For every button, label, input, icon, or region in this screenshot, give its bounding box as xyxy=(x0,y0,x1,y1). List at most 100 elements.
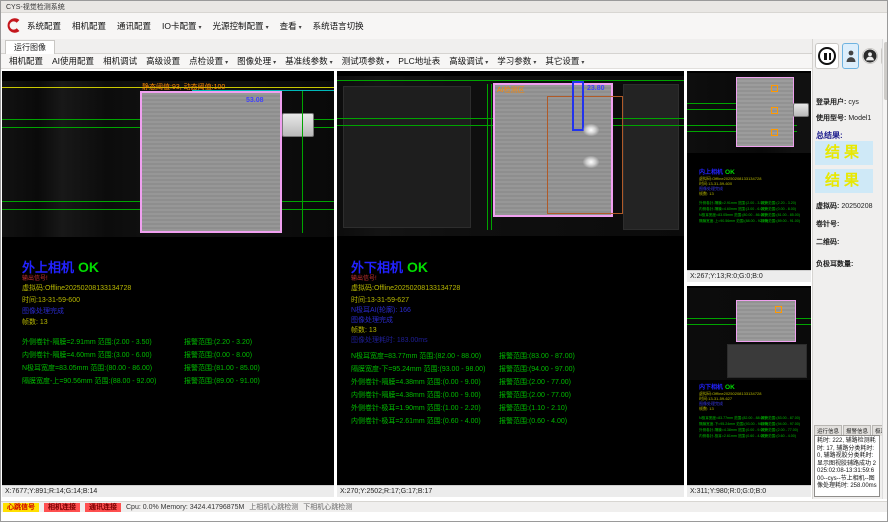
app-window: CYS-视觉检测系统 系统配置相机配置通讯配置IO卡配置▾光源控制配置▾查看▾系… xyxy=(0,0,888,522)
detect-box xyxy=(775,306,782,313)
menu-item[interactable]: 系统语言切换 xyxy=(313,20,364,32)
menu-item[interactable]: 通讯配置 xyxy=(117,20,151,32)
alarm-range-text: 报警范围:(81.00 - 85.00) xyxy=(761,213,800,218)
measurement-text: 内侧卷针-隔膜=4.38mm 范围:(0.00 - 9.00) xyxy=(351,392,481,399)
menu-item[interactable]: 系统配置 xyxy=(27,20,61,32)
status-bar: 心跳信号 相机连接 通讯连接 Cpu: 0.0% Memory: 3424.41… xyxy=(1,501,887,512)
chevron-down-icon: ▾ xyxy=(386,60,389,66)
pixel-coords-thumb-bottom: X:311;Y:980;R:0;G:0;B:0 xyxy=(687,485,811,497)
menu-items: 系统配置相机配置通讯配置 IO卡配置▾ 光源控制配置▾ 查看▾ 系统语言切换 xyxy=(27,20,364,32)
signal-note: 输出信号! xyxy=(351,273,377,282)
camera-image-thumb-top[interactable] xyxy=(687,73,811,153)
measure-line xyxy=(302,91,303,233)
time-line: 时间:13-31-59-627 xyxy=(351,295,409,305)
measurement-text: 内侧卷针-隔膜=4.60mm 范围:(3.00 - 6.00) xyxy=(22,352,152,359)
baseline-green-line xyxy=(337,80,684,81)
camera-result-title: 内下相机OK xyxy=(699,382,735,391)
toolbar-item[interactable]: 相机配置 xyxy=(9,55,43,67)
measurement-text: 隔膜宽度-下=95.24mm 范围:(93.00 - 98.00) xyxy=(699,422,768,426)
toolbar-item[interactable]: 学习参数▾ xyxy=(497,55,536,67)
scrollbar-thumb[interactable] xyxy=(884,42,888,100)
ai-count-line: N极耳AI(轮廓): 166 xyxy=(351,305,411,315)
toolbar-item[interactable]: 高级调试▾ xyxy=(449,55,488,67)
roi-box xyxy=(547,96,623,214)
alarm-range-text: 报警范围:(83.00 - 87.00) xyxy=(499,351,575,361)
measurement-text: 隔膜宽度-上=90.56mm 范围:(88.00 - 92.00) xyxy=(22,378,156,385)
toolbar-item[interactable]: 图像处理▾ xyxy=(237,55,276,67)
meta-line: 帧数: 13 xyxy=(699,191,761,196)
camera-panel-middle: AI检测区 23.80 外下相机OK 输出信号! 虚拟码:Offline2025… xyxy=(337,71,684,497)
measurement-list: N极耳宽度=83.77mm 范围:(82.00 - 88.00)报警范围:(83… xyxy=(699,416,807,440)
camera-panel-thumb-bottom: 内下相机OK 虚拟码:Offline20250208133134728时间:13… xyxy=(687,286,811,497)
ai-region-label: AI检测区 xyxy=(497,85,525,95)
threshold-overlay-label: 静态阈值:93, 动态阈值:100 xyxy=(142,82,225,92)
toolbar-item[interactable]: 相机调试 xyxy=(103,55,137,67)
pause-button[interactable] xyxy=(815,43,839,69)
alarm-range-text: 报警范围:(0.60 - 4.00) xyxy=(499,416,567,426)
tab-run-image[interactable]: 运行图像 xyxy=(5,40,55,54)
measurement-text: 外侧卷针-极耳=1.90mm 范围:(1.00 - 2.20) xyxy=(351,405,481,412)
tab-connector xyxy=(282,113,314,137)
measurement-row: N极耳宽度=83.77mm 范围:(82.00 - 88.00) 报警范围:(83… xyxy=(351,351,676,364)
chevron-down-icon: ▾ xyxy=(581,60,584,66)
frame-line: 帧数: 13 xyxy=(351,325,377,335)
alarm-range-text: 报警范围:(2.00 - 77.00) xyxy=(499,377,571,387)
operator-icon xyxy=(863,49,877,63)
measurement-text: N极耳宽度=83.77mm 范围:(82.00 - 88.00) xyxy=(351,353,481,360)
qrcode-row: 二维码: xyxy=(816,237,839,247)
camera-result-title: 内上相机OK xyxy=(699,167,735,176)
measurement-row: 内侧卷针-极耳=2.61mm 范围:(0.60 - 4.00)报警范围:(0.6… xyxy=(699,434,807,440)
chevron-down-icon: ▾ xyxy=(485,60,488,66)
toolbar-item[interactable]: AI使用配置 xyxy=(52,55,94,67)
app-logo-icon xyxy=(5,17,22,34)
camera-image-middle[interactable]: AI检测区 23.80 xyxy=(337,76,684,236)
signal-note: 输出信号! xyxy=(22,273,48,282)
measurement-list: 外侧卷针-隔膜=2.91mm 范围:(2.00 - 3.50)报警范围:(2.2… xyxy=(699,201,807,225)
toolbar-item[interactable]: PLC地址表 xyxy=(398,55,440,67)
toolbar-item[interactable]: 高级设置 xyxy=(146,55,180,67)
toolbar-item[interactable]: 其它设置▾ xyxy=(545,55,584,67)
alarm-range-text: 报警范围:(1.10 - 2.10) xyxy=(499,403,567,413)
run-log-box[interactable]: 耗时: 222, 辅路检测耗时: 17, 辅路分类耗时: 0, 辅路视胶分类耗时… xyxy=(814,435,880,497)
sidebar-scrollbar[interactable] xyxy=(882,39,888,499)
menu-item[interactable]: IO卡配置▾ xyxy=(162,20,202,32)
camera-image-left[interactable]: 静态阈值:93, 动态阈值:100 53.08 xyxy=(2,81,334,237)
measurement-row: 隔膜宽度-下=95.24mm 范围:(93.00 - 98.00)报警范围:(9… xyxy=(351,364,676,377)
operator-button[interactable] xyxy=(862,48,878,64)
detect-box xyxy=(771,129,778,136)
user-button[interactable] xyxy=(842,43,859,69)
menu-item[interactable]: 查看▾ xyxy=(280,20,302,32)
toolbar-item[interactable]: 基准线参数▾ xyxy=(285,55,333,67)
alarm-range-text: 报警范围:(94.00 - 97.00) xyxy=(761,422,800,427)
machine-block xyxy=(343,86,471,228)
result-ok-badge: OK xyxy=(78,259,99,275)
alarm-range-text: 报警范围:(81.00 - 85.00) xyxy=(184,363,260,373)
user-icon xyxy=(845,48,857,64)
alarm-range-text: 报警范围:(0.00 - 8.00) xyxy=(761,207,796,212)
menu-item[interactable]: 光源控制配置▾ xyxy=(213,20,269,32)
pixel-coords-middle: X:270;Y:2502;R:17;G:17;B:17 xyxy=(337,485,684,497)
chevron-down-icon: ▾ xyxy=(266,25,269,31)
model-value: Model1 xyxy=(848,115,871,122)
measurement-text: N极耳宽度=83.05mm 范围:(80.00 - 86.00) xyxy=(22,365,152,372)
title-bar: CYS-视觉检测系统 xyxy=(1,1,887,13)
camera-image-thumb-bottom[interactable] xyxy=(687,288,811,380)
toolbar-item[interactable]: 点检设置▾ xyxy=(189,55,228,67)
menu-item[interactable]: 相机配置 xyxy=(72,20,106,32)
toolbar-item[interactable]: 测试项参数▾ xyxy=(342,55,390,67)
measurement-text: 内侧卷针-隔膜=4.60mm 范围:(3.00 - 6.00) xyxy=(699,207,766,211)
machine-block xyxy=(727,344,807,378)
alarm-range-text: 报警范围:(2.20 - 3.20) xyxy=(184,337,252,347)
chevron-down-icon: ▾ xyxy=(533,60,536,66)
heartbeat-badge: 心跳信号 xyxy=(3,503,39,512)
toolbar: 相机配置 AI使用配置相机调试高级设置点检设置▾ 图像处理▾ 基准线参数▾ 测试项参数▾… xyxy=(1,54,812,69)
measurement-text: 外侧卷针-隔膜=4.38mm 范围:(0.00 - 9.00) xyxy=(351,379,481,386)
measurement-row: 外侧卷针-极耳=1.90mm 范围:(1.00 - 2.20) 报警范围:(1.1… xyxy=(351,403,676,416)
result-ok-badge: OK xyxy=(725,169,735,176)
alarm-range-text: 报警范围:(0.00 - 8.00) xyxy=(184,350,252,360)
measurement-text: N极耳宽度=83.77mm 范围:(82.00 - 88.00) xyxy=(699,416,766,420)
detect-box xyxy=(771,85,778,92)
measurement-text: 外侧卷针-隔膜=4.38mm 范围:(0.00 - 9.00) xyxy=(699,428,766,432)
alarm-range-text: 报警范围:(2.20 - 3.20) xyxy=(761,201,796,206)
cam-down-heartbeat-text: 下相机心跳检测 xyxy=(303,502,352,512)
